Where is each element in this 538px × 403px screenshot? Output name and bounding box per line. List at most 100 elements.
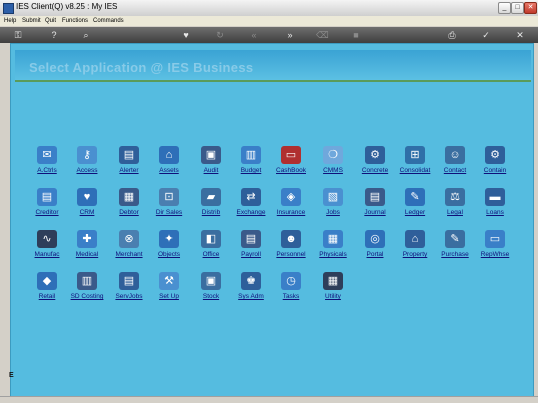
setup-icon[interactable]: ⚒ [159,272,179,290]
car-icon[interactable]: ◈ [281,188,301,206]
monitor-icon[interactable]: ▣ [201,146,221,164]
app-insurance[interactable]: ◈ Insurance [269,188,313,224]
app-property[interactable]: ⌂ Property [393,230,437,266]
menu-help[interactable]: Help [4,16,16,26]
app-creditor[interactable]: ▤ Creditor [25,188,69,224]
app-cashbook[interactable]: ▭ CashBook [269,146,313,182]
bar-chart-icon[interactable]: ▥ [241,146,261,164]
app-debtor[interactable]: ▦ Debtor [107,188,151,224]
ledger-icon[interactable]: ✎ [405,188,425,206]
physicals-icon[interactable]: ▦ [323,230,343,248]
menu-commands[interactable]: Commands [93,16,124,26]
invoice-icon[interactable]: ▦ [119,188,139,206]
cart-icon[interactable]: ⊡ [159,188,179,206]
costing-icon[interactable]: ▥ [77,272,97,290]
app-consolidat[interactable]: ⊞ Consolidat [393,146,437,182]
app-cmms[interactable]: ❍ CMMS [311,146,355,182]
warehouse-icon[interactable]: ▭ [485,230,505,248]
bank-card-icon[interactable]: ▬ [485,188,505,206]
wave-icon[interactable]: ∿ [37,230,57,248]
app-label[interactable]: Contain [467,167,523,174]
servjobs-icon[interactable]: ▤ [119,272,139,290]
menu-submit[interactable]: Submit [22,16,41,26]
merchant-icon[interactable]: ⊗ [119,230,139,248]
app-dir-sales[interactable]: ⊡ Dir Sales [147,188,191,224]
app-stock[interactable]: ▣ Stock [189,272,233,308]
house-icon[interactable]: ⌂ [159,146,179,164]
app-tasks[interactable]: ◷ Tasks [269,272,313,308]
app-legal[interactable]: ⚖ Legal [433,188,477,224]
org-chart-icon[interactable]: ⊞ [405,146,425,164]
app-journal[interactable]: ▤ Journal [353,188,397,224]
heart-icon[interactable]: ♥ [180,29,192,41]
first-page-icon[interactable]: « [248,29,260,41]
app-a-ctrls[interactable]: ✉ A.Ctrls [25,146,69,182]
app-concrete[interactable]: ⚙ Concrete [353,146,397,182]
maximize-button[interactable]: □ [511,2,524,14]
personnel-icon[interactable]: ☻ [281,230,301,248]
app-repwhse[interactable]: ▭ RepWhse [473,230,517,266]
app-purchase[interactable]: ✎ Purchase [433,230,477,266]
app-label[interactable]: RepWhse [467,251,523,258]
app-contain[interactable]: ⚙ Contain [473,146,517,182]
purchase-icon[interactable]: ✎ [445,230,465,248]
app-objects[interactable]: ✦ Objects [147,230,191,266]
medical-icon[interactable]: ✚ [77,230,97,248]
menu-quit[interactable]: Quit [45,16,56,26]
people-icon[interactable]: ☺ [445,146,465,164]
app-sys-adm[interactable]: ♚ Sys Adm [229,272,273,308]
sysadm-icon[interactable]: ♚ [241,272,261,290]
truck-icon[interactable]: ▰ [201,188,221,206]
app-crm[interactable]: ♥ CRM [65,188,109,224]
close-icon[interactable]: ✕ [514,29,526,41]
app-personnel[interactable]: ☻ Personnel [269,230,313,266]
app-exchange[interactable]: ⇄ Exchange [229,188,273,224]
app-medical[interactable]: ✚ Medical [65,230,109,266]
gears-icon[interactable]: ⚙ [485,146,505,164]
app-jobs[interactable]: ▧ Jobs [311,188,355,224]
app-label[interactable]: Utility [305,293,361,300]
app-distrib[interactable]: ▰ Distrib [189,188,233,224]
globe-icon[interactable]: ◎ [365,230,385,248]
close-window-button[interactable]: ✕ [524,2,537,14]
print-icon[interactable]: ⎙ [446,29,458,41]
app-manufac[interactable]: ∿ Manufac [25,230,69,266]
refresh-icon[interactable]: ↻ [214,29,226,41]
jobs-icon[interactable]: ▧ [323,188,343,206]
key-icon[interactable]: ⚿ [12,29,24,41]
trash-icon[interactable]: ⌫ [316,29,329,41]
gavel-icon[interactable]: ⚖ [445,188,465,206]
app-payroll[interactable]: ▤ Payroll [229,230,273,266]
office-icon[interactable]: ◧ [201,230,221,248]
tag-icon[interactable]: ◆ [37,272,57,290]
ok-icon[interactable]: ✓ [480,29,492,41]
key-icon[interactable]: ⚷ [77,146,97,164]
app-contact[interactable]: ☺ Contact [433,146,477,182]
heart-icon[interactable]: ♥ [77,188,97,206]
building-icon[interactable]: ⌂ [405,230,425,248]
last-page-icon[interactable]: » [284,29,296,41]
app-retail[interactable]: ◆ Retail [25,272,69,308]
app-assets[interactable]: ⌂ Assets [147,146,191,182]
bulb-icon[interactable]: ❍ [323,146,343,164]
help-icon[interactable]: ? [48,29,60,41]
app-portal[interactable]: ◎ Portal [353,230,397,266]
app-office[interactable]: ◧ Office [189,230,233,266]
app-budget[interactable]: ▥ Budget [229,146,273,182]
card-icon[interactable]: ▭ [281,146,301,164]
app-access[interactable]: ⚷ Access [65,146,109,182]
payroll-icon[interactable]: ▤ [241,230,261,248]
journal-icon[interactable]: ▤ [365,188,385,206]
app-sd-costing[interactable]: ▥ SD Costing [65,272,109,308]
app-loans[interactable]: ▬ Loans [473,188,517,224]
calculator-icon[interactable]: ▦ [323,272,343,290]
app-audit[interactable]: ▣ Audit [189,146,233,182]
puzzle-icon[interactable]: ✦ [159,230,179,248]
app-alerter[interactable]: ▤ Alerter [107,146,151,182]
exchange-icon[interactable]: ⇄ [241,188,261,206]
alert-panel-icon[interactable]: ▤ [119,146,139,164]
app-ledger[interactable]: ✎ Ledger [393,188,437,224]
search-icon[interactable]: ⌕ [80,29,92,41]
clock-icon[interactable]: ◷ [281,272,301,290]
app-utility[interactable]: ▦ Utility [311,272,355,308]
